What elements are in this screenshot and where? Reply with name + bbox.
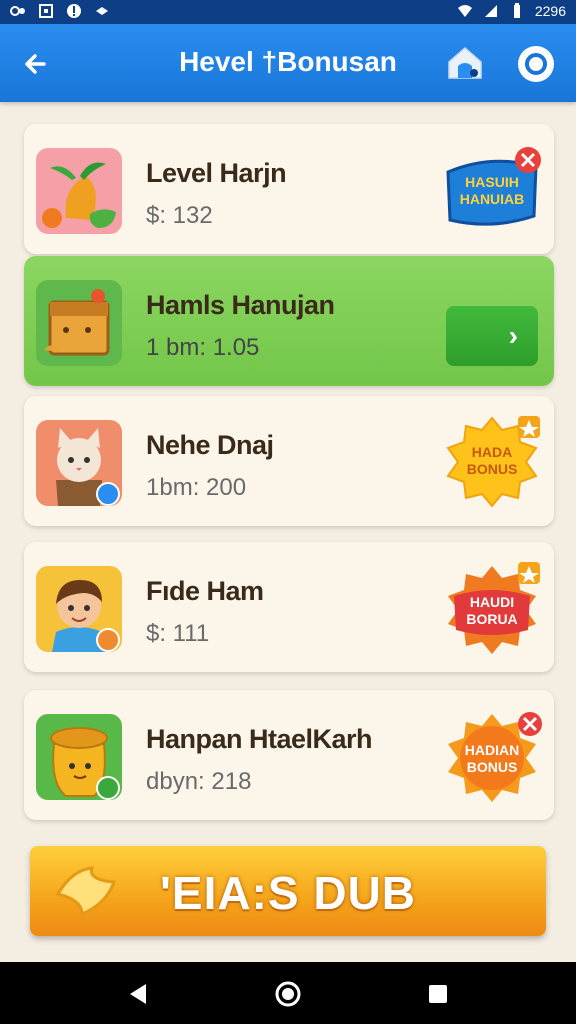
sim-icon xyxy=(39,4,53,18)
item-value: $: 132 xyxy=(146,202,213,229)
item-value: $: 111 xyxy=(146,620,210,647)
nav-recents-icon[interactable] xyxy=(423,979,453,1009)
wifi-icon xyxy=(457,5,472,17)
honey-pot-icon xyxy=(50,727,120,800)
battery-icon xyxy=(513,3,520,18)
item-title: Hamls Hanujan xyxy=(146,290,335,320)
app-bar: Hevel †Bonusan xyxy=(0,24,576,102)
home-icon[interactable] xyxy=(444,42,486,84)
item-title: Nehe Dnaj xyxy=(146,430,274,460)
claim-bonus-button[interactable]: 'EIA:S DUB xyxy=(30,846,546,936)
item-title: Hanpan HtaelKarh xyxy=(146,724,373,754)
list-item[interactable]: Level Harjn $: 132 HASUIH HANUIAB xyxy=(24,124,554,254)
boy-thumbnail xyxy=(36,566,122,652)
treasure-box-icon xyxy=(44,289,110,356)
item-title: Fıde Ham xyxy=(146,576,264,606)
bonus-badge[interactable]: HASUIH HANUIAB xyxy=(440,142,544,238)
notification-icon xyxy=(10,6,25,16)
item-value: 1 bm: 1.05 xyxy=(146,334,260,361)
honey-pot-thumbnail xyxy=(36,714,122,800)
back-arrow-icon[interactable] xyxy=(18,46,54,82)
go-button[interactable]: › xyxy=(446,306,538,366)
badge-label: HADA BONUS xyxy=(466,444,518,477)
chest-thumbnail xyxy=(36,280,122,366)
fruit-thumbnail xyxy=(36,148,122,234)
cast-icon xyxy=(96,7,108,15)
info-icon[interactable] xyxy=(516,44,556,84)
alert-icon xyxy=(67,4,81,18)
bonus-badge[interactable]: HADA BONUS xyxy=(440,414,544,510)
badge-label: HAUDI BORUA xyxy=(466,594,518,627)
status-bar: 2296 xyxy=(0,0,576,24)
badge-label: HASUIH HANUIAB xyxy=(459,174,525,207)
boy-character-icon xyxy=(52,580,120,652)
list-item-selected[interactable]: Hamls Hanujan 1 bm: 1.05 › xyxy=(24,256,554,386)
claim-bonus-label: 'EIA:S DUB xyxy=(159,867,417,919)
bonus-badge[interactable]: HAUDI BORUA xyxy=(440,560,544,656)
list-item[interactable]: Hanpan HtaelKarh dbyn: 218 HADIAN BONUS xyxy=(24,690,554,820)
fruit-icon xyxy=(42,162,116,228)
signal-icon xyxy=(484,5,497,17)
cat-thumbnail xyxy=(36,420,122,506)
nav-home-icon[interactable] xyxy=(273,979,303,1009)
chevron-right-icon: › xyxy=(508,320,518,351)
system-nav-bar xyxy=(0,962,576,1024)
bonus-badge[interactable]: HADIAN BONUS xyxy=(440,708,544,804)
nav-back-icon[interactable] xyxy=(124,979,154,1009)
cat-character-icon xyxy=(56,428,120,506)
item-value: 1bm: 200 xyxy=(146,474,247,501)
list-item[interactable]: Fıde Ham $: 111 HAUDI BORUA xyxy=(24,542,554,672)
badge-label: HADIAN BONUS xyxy=(464,742,520,775)
page-title: Hevel †Bonusan xyxy=(179,46,397,77)
item-value: dbyn: 218 xyxy=(146,768,252,795)
list-item[interactable]: Nehe Dnaj 1bm: 200 HADA BONUS xyxy=(24,396,554,526)
status-time: 2296 xyxy=(534,3,566,19)
item-title: Level Harjn xyxy=(146,158,287,188)
